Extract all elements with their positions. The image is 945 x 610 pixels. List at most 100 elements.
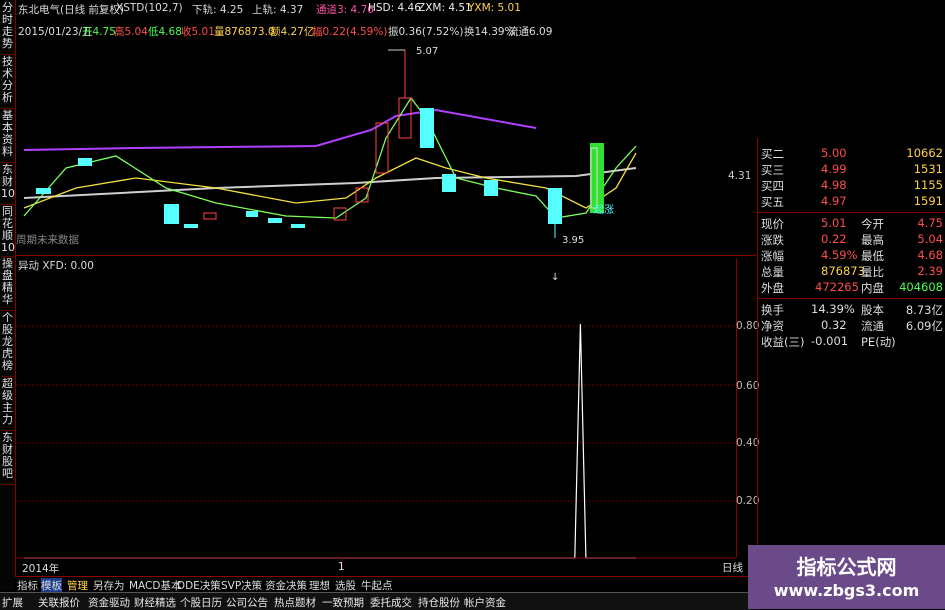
stat-row: 总量 876873 量比 2.39 <box>761 264 943 279</box>
indicator-toolbar: 指标 模板 管理 另存为 MACD基本 DDE决策 SVP决策 资金决策 理想 … <box>15 576 750 593</box>
tab-caopan[interactable]: 操盘精华 <box>1 258 14 311</box>
tab-consensus[interactable]: 一致预期 <box>322 595 364 610</box>
hsd-value: HSD: 4.46 <box>368 2 421 14</box>
watermark-url: www.zbgs3.com <box>773 581 920 600</box>
year-label: 2014年 <box>22 563 60 575</box>
stat-row: 涨跌 0.22 最高 5.04 <box>761 232 943 247</box>
stat-row: 外盘 472265 内盘 404608 <box>761 280 943 295</box>
volume-value: 量876873.0 <box>214 26 275 38</box>
candle <box>398 97 412 139</box>
tab-guba[interactable]: 东财股吧 <box>1 432 14 485</box>
left-tab-bar: 分时走势 技术分析 基本资料 东财10 同花顺10 操盘精华 个股龙虎榜 超级主… <box>0 0 16 590</box>
tab-announcements[interactable]: 公司公告 <box>226 595 268 610</box>
stat-row: 收益(三) -0.001 PE(动) <box>761 334 896 349</box>
change-value: 幅0.22(4.59%) <box>312 26 388 38</box>
tab-orders[interactable]: 委托成交 <box>370 595 412 610</box>
tab-indicator[interactable]: 指标 <box>17 578 38 593</box>
turnover-value: 换14.39% <box>464 26 515 38</box>
float-value: 流通6.09 <box>508 26 553 38</box>
tab-main-force[interactable]: 超级主力 <box>1 378 14 431</box>
candle <box>268 218 282 223</box>
grid-lines <box>16 325 736 502</box>
tab-account-funds[interactable]: 帐户资金 <box>464 595 506 610</box>
open-value: 开4.75 <box>82 26 116 38</box>
watermark: 指标公式网 www.zbgs3.com <box>748 545 945 609</box>
tab-tonghuashun[interactable]: 同花顺10 <box>1 206 15 257</box>
price-axis-label: 4.31 <box>728 170 752 182</box>
tab-niuqidian[interactable]: 牛起点 <box>361 578 393 593</box>
candle <box>548 188 562 224</box>
tab-stock-select[interactable]: 选股 <box>335 578 356 593</box>
tab-fund-driven[interactable]: 资金驱动 <box>88 595 130 610</box>
xfd-series-line <box>24 323 636 559</box>
axis-tick-060: 0.60 <box>736 380 760 392</box>
tab-dde[interactable]: DDE决策 <box>177 578 221 593</box>
axis-tick-020: 0.20 <box>736 495 760 507</box>
tab-hot-topics[interactable]: 热点题材 <box>274 595 316 610</box>
stock-title: 东北电气(日线 前复权) <box>18 4 125 16</box>
tab-ideal[interactable]: 理想 <box>309 578 330 593</box>
quote-panel: 买二 5.00 10662 买三 4.99 1531 买四 4.98 1155 … <box>757 138 945 548</box>
high-value: 高5.04 <box>114 26 148 38</box>
band-upper-line <box>23 108 537 151</box>
low-marker-label: 3.95 <box>562 235 584 246</box>
candle <box>164 204 179 224</box>
function-toolbar: 扩展 关联报价 资金驱动 财经精选 个股日历 公司公告 热点题材 一致预期 委托… <box>0 592 760 610</box>
watermark-title: 指标公式网 <box>796 555 897 579</box>
bid-row-4: 买四 4.98 1155 <box>761 178 943 193</box>
amount-value: 额4.27亿 <box>270 26 315 38</box>
tab-holdings[interactable]: 持仓股份 <box>418 595 460 610</box>
period-tab[interactable]: 日线 <box>722 560 743 575</box>
period-mark: 1 <box>338 561 345 573</box>
stat-row: 换手 14.39% 股本 8.73亿 <box>761 302 943 317</box>
tab-dongcai[interactable]: 东财10 <box>1 164 15 205</box>
down-arrow-icon: ↓ <box>551 272 559 283</box>
signal-label: 起涨 <box>594 204 614 216</box>
kline-chart[interactable]: 5.07 3.95 起涨 <box>16 38 756 258</box>
candle <box>78 158 92 166</box>
tab-svp[interactable]: SVP决策 <box>221 578 262 593</box>
tab-fundamentals[interactable]: 基本资料 <box>1 110 14 163</box>
axis-tick-080: 0.80 <box>736 320 760 332</box>
ma-yellow-line <box>23 152 637 209</box>
candle <box>36 188 51 194</box>
channel-value: 通道3: 4.76 <box>316 4 374 16</box>
indicator-name: XSTD(102,7) <box>116 2 183 14</box>
stat-row: 涨幅 4.59% 最低 4.68 <box>761 248 943 263</box>
stat-row: 净资 0.32 流通 6.09亿 <box>761 318 943 333</box>
candle <box>420 108 434 148</box>
xfd-chart: ↓ <box>16 272 736 570</box>
tab-manage[interactable]: 管理 <box>67 578 88 593</box>
candle <box>246 211 258 217</box>
upper-band-value: 上轨: 4.37 <box>252 4 304 16</box>
candle <box>291 224 305 228</box>
tab-related-quote[interactable]: 关联报价 <box>38 595 80 610</box>
tab-longhubang[interactable]: 个股龙虎榜 <box>1 312 14 377</box>
amplitude-value: 振0.36(7.52%) <box>388 26 464 38</box>
candle <box>184 224 198 228</box>
stat-row: 现价 5.01 今开 4.75 <box>761 216 943 231</box>
bid-row-2: 买二 5.00 10662 <box>761 146 943 161</box>
yxm-value: YXM: 5.01 <box>468 2 521 14</box>
tab-stock-calendar[interactable]: 个股日历 <box>180 595 222 610</box>
candle <box>203 212 217 220</box>
tab-technical[interactable]: 技术分析 <box>1 56 14 109</box>
tab-macd[interactable]: MACD基本 <box>129 578 181 593</box>
low-value: 低4.68 <box>148 26 182 38</box>
tab-finance-picks[interactable]: 财经精选 <box>134 595 176 610</box>
tab-timeshare[interactable]: 分时走势 <box>1 2 14 55</box>
candle <box>484 180 498 196</box>
lower-band-value: 下轨: 4.25 <box>192 4 244 16</box>
tab-fund-decision[interactable]: 资金决策 <box>265 578 307 593</box>
chart-area: 东北电气(日线 前复权) XSTD(102,7) 下轨: 4.25 上轨: 4.… <box>16 0 760 575</box>
close-value: 收5.01 <box>181 26 215 38</box>
candle <box>442 174 456 192</box>
moving-average-lines <box>23 96 637 219</box>
tab-template[interactable]: 模板 <box>41 578 62 593</box>
future-data-label: 周期未来数据 <box>16 234 79 246</box>
tab-expand[interactable]: 扩展 <box>2 595 23 610</box>
band-lower-line <box>23 167 637 199</box>
bid-row-3: 买三 4.99 1531 <box>761 162 943 177</box>
axis-tick-040: 0.40 <box>736 437 760 449</box>
tab-saveas[interactable]: 另存为 <box>93 578 125 593</box>
